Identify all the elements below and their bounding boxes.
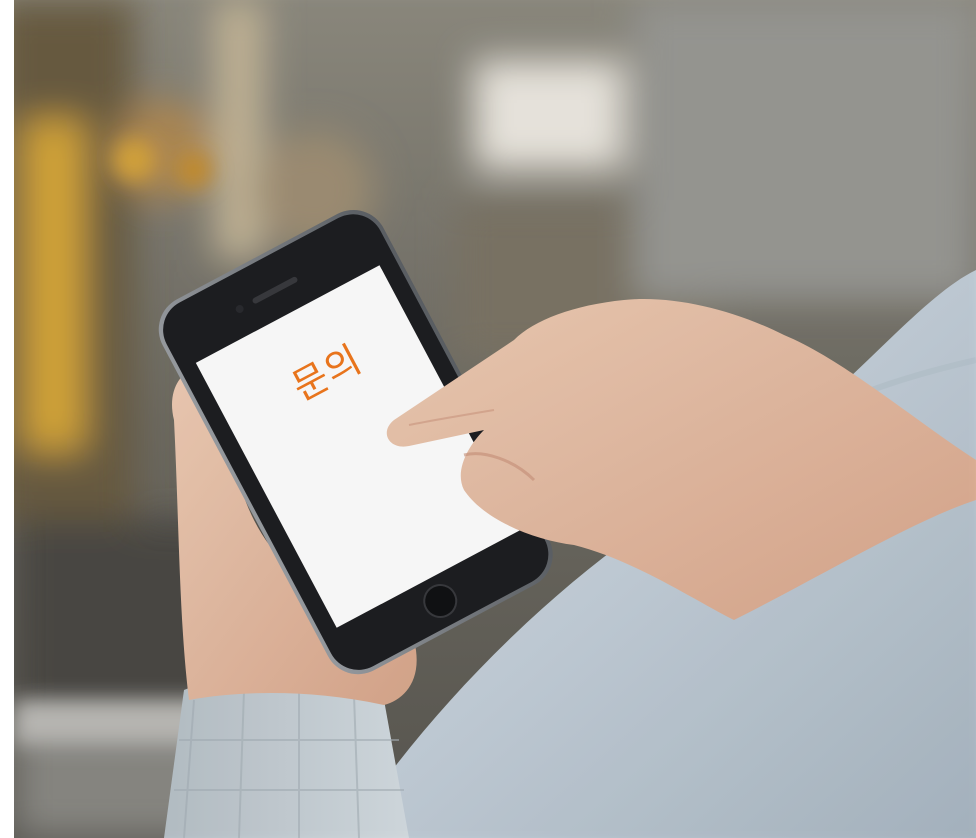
scene-graphic <box>14 0 976 838</box>
photo-scene: 문의 <box>14 0 976 838</box>
